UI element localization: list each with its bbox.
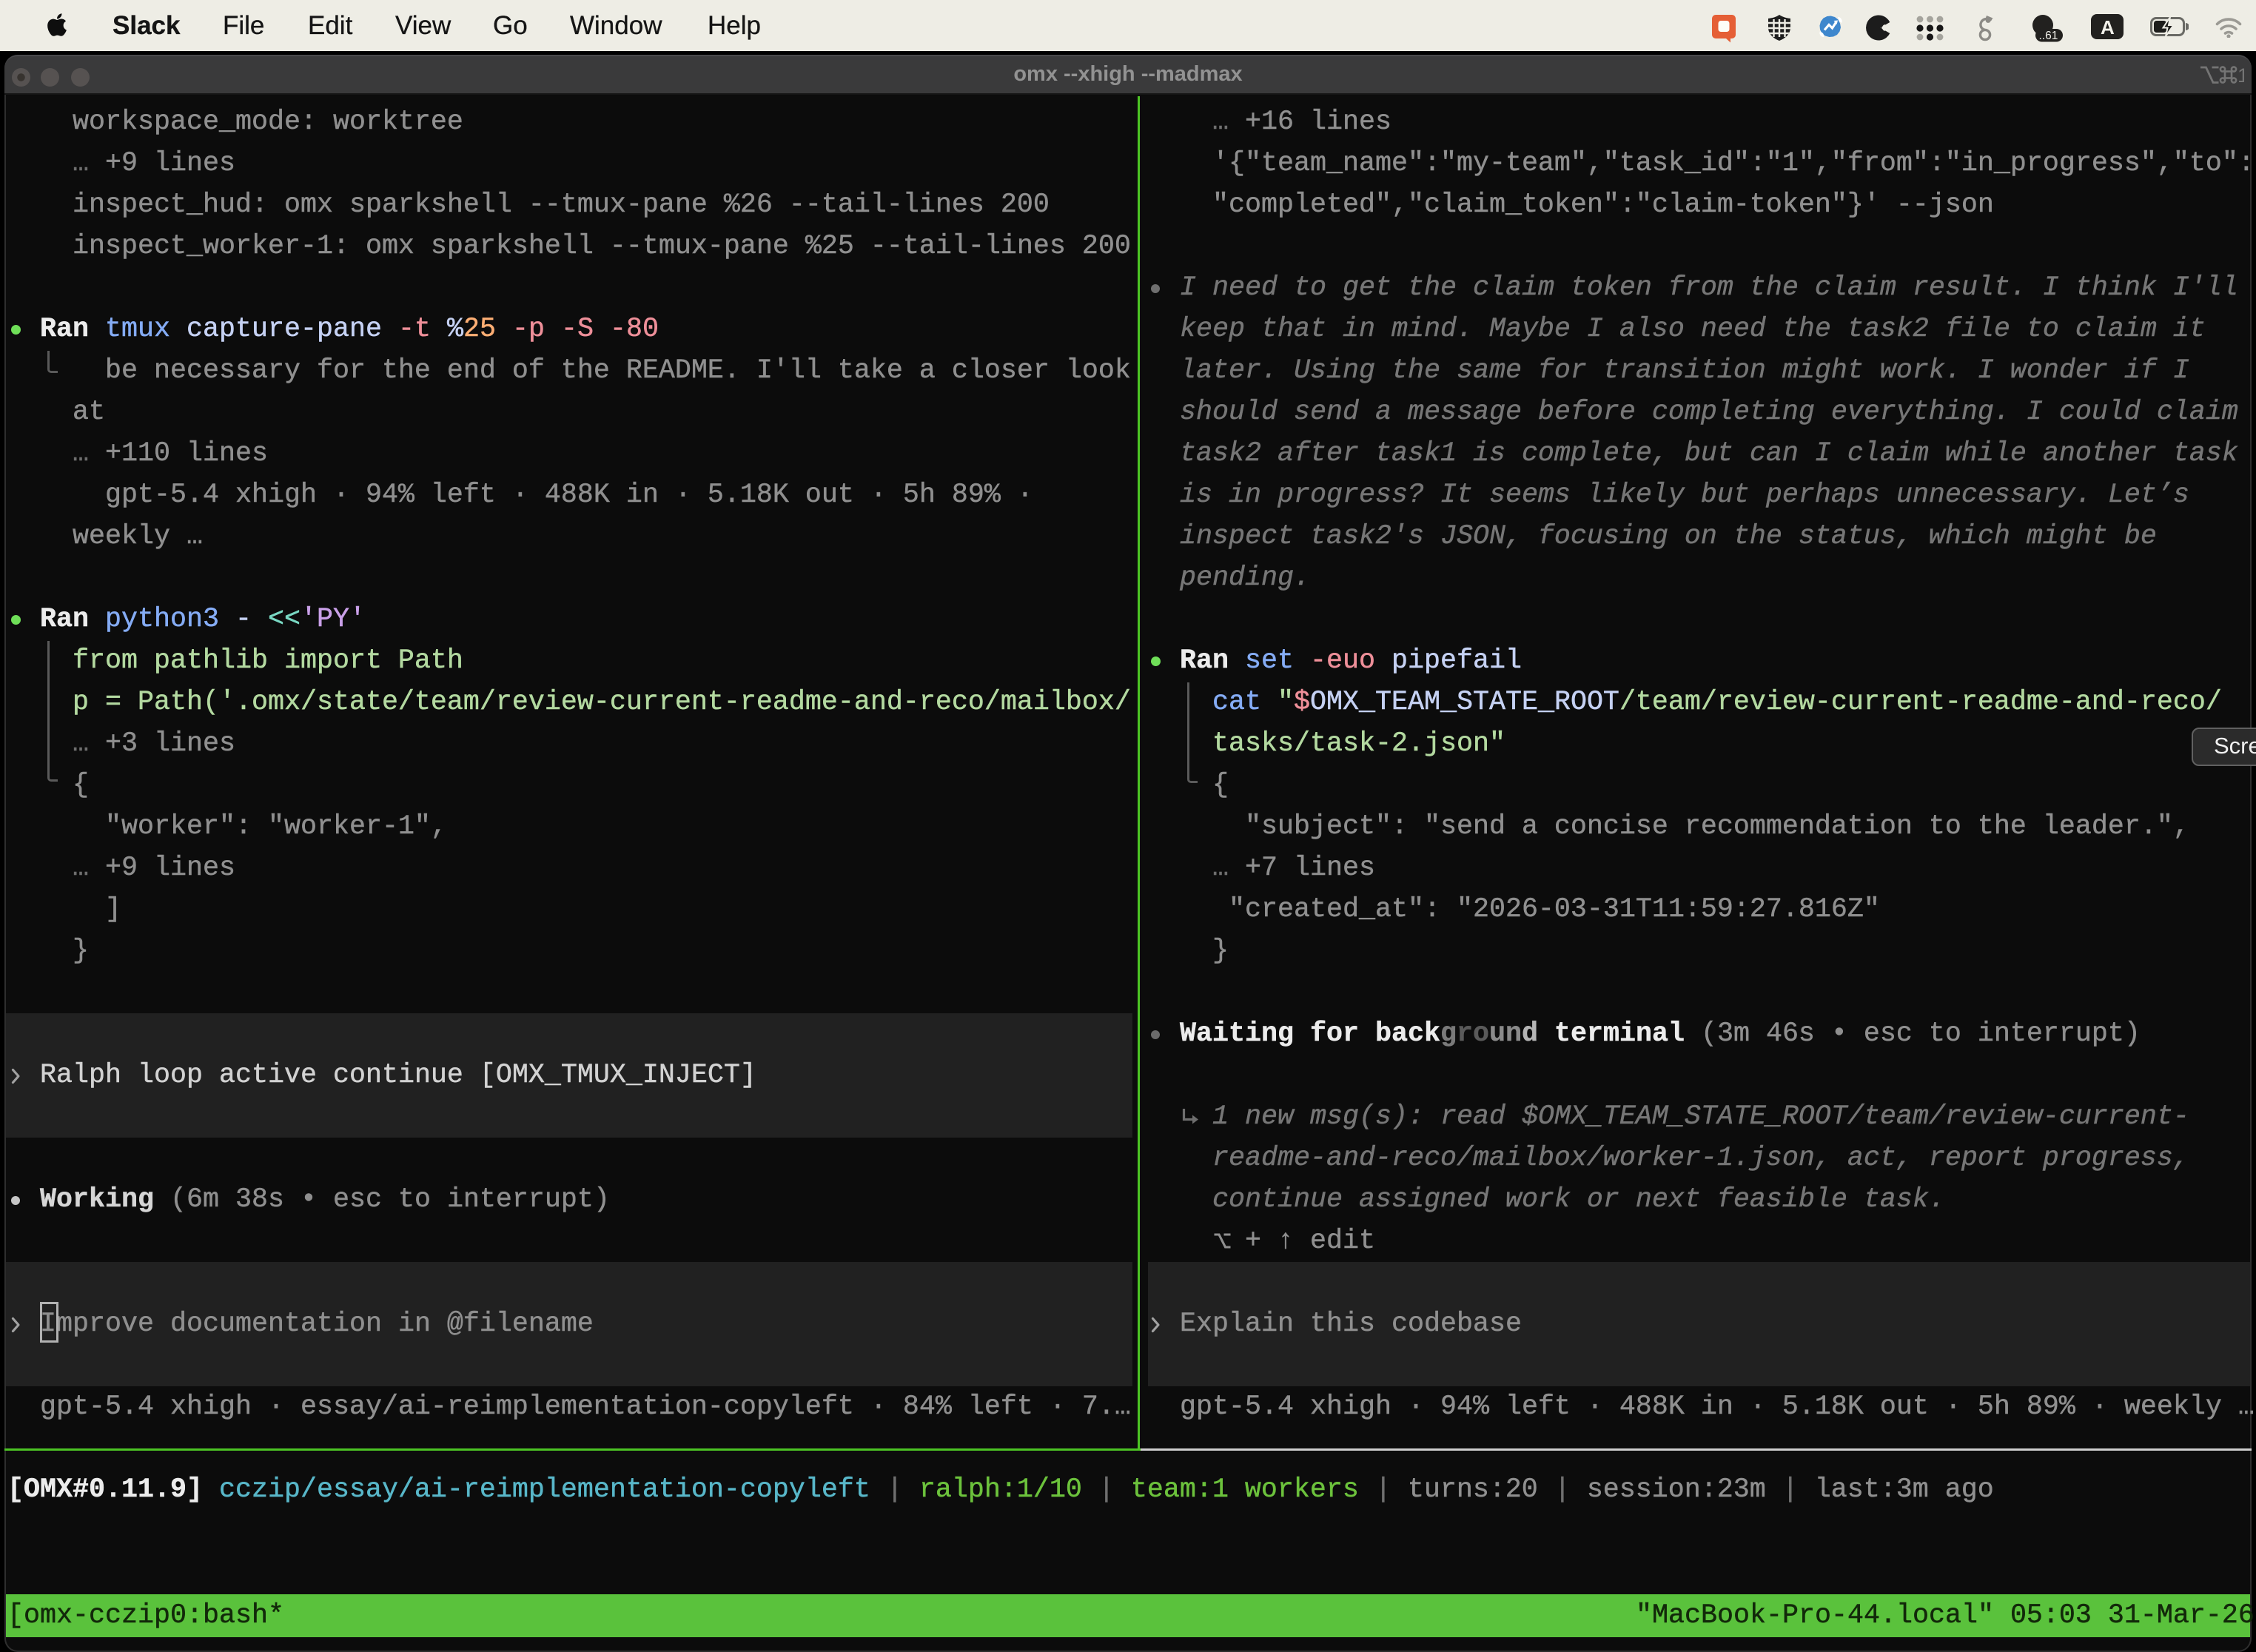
- svg-text:1: 1: [2237, 64, 2244, 85]
- svg-text:..61: ..61: [2039, 30, 2058, 42]
- svg-text:A: A: [2101, 16, 2115, 38]
